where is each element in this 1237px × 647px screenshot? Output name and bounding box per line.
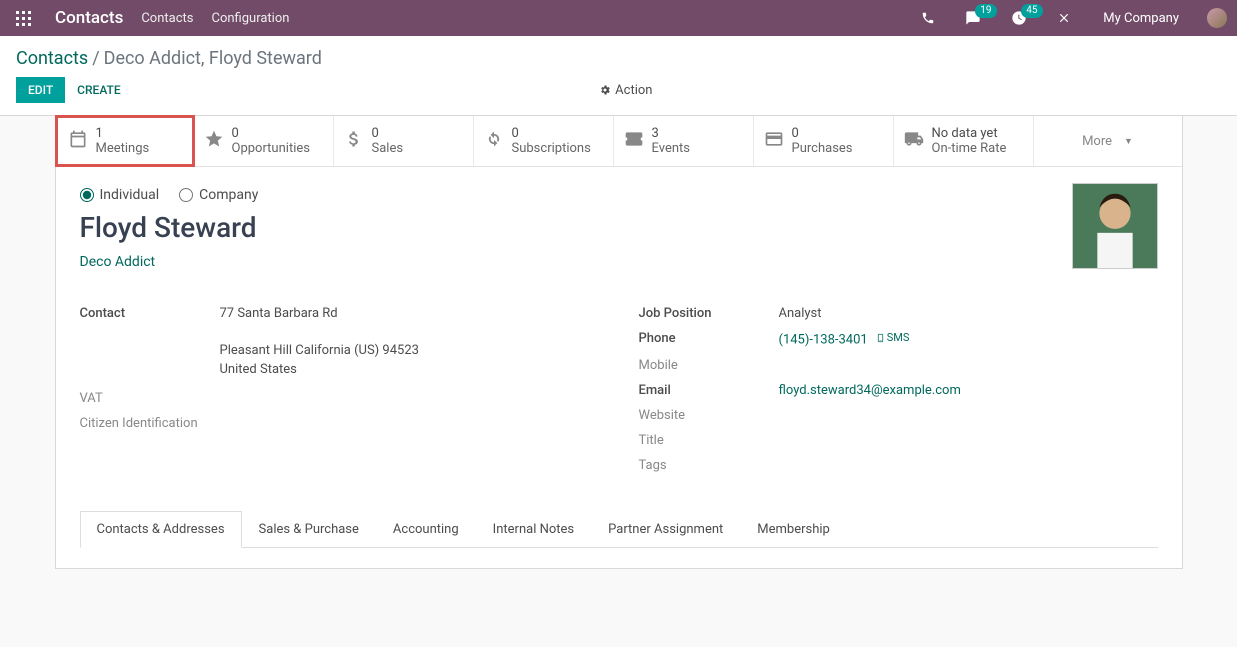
stat-meetings[interactable]: 1Meetings	[55, 115, 195, 167]
nav-configuration[interactable]: Configuration	[211, 11, 289, 26]
label-contact: Contact	[80, 306, 220, 381]
address-country: United States	[220, 362, 419, 377]
credit-card-icon	[764, 129, 784, 153]
stat-ontime[interactable]: No data yetOn-time Rate	[894, 116, 1034, 166]
label-vat: VAT	[80, 391, 220, 406]
edit-button[interactable]: EDIT	[16, 77, 65, 103]
action-label: Action	[615, 83, 652, 98]
label-citizen-id: Citizen Identification	[80, 416, 198, 431]
app-brand: Contacts	[55, 8, 123, 28]
stat-label: Opportunities	[232, 141, 310, 156]
dollar-icon	[344, 129, 364, 153]
contact-name: Floyd Steward	[80, 211, 1158, 244]
radio-individual[interactable]: Individual	[80, 187, 160, 203]
address-street: 77 Santa Barbara Rd	[220, 306, 419, 321]
truck-icon	[904, 129, 924, 153]
company-switcher[interactable]: My Company	[1103, 11, 1179, 26]
form-tabs: Contacts & Addresses Sales & Purchase Ac…	[80, 511, 1158, 548]
stat-more-label: More	[1082, 134, 1112, 149]
stat-count: No data yet	[932, 126, 1007, 141]
apps-icon[interactable]	[16, 11, 31, 26]
sms-link[interactable]: SMS	[876, 331, 910, 344]
address-city: Pleasant Hill California (US) 94523	[220, 343, 419, 358]
tab-sales-purchase[interactable]: Sales & Purchase	[242, 511, 376, 547]
top-nav: Contacts Contacts Configuration 19 45 My…	[0, 0, 1237, 36]
tab-accounting[interactable]: Accounting	[376, 511, 476, 547]
stat-label: Subscriptions	[512, 141, 591, 156]
label-tags: Tags	[639, 458, 779, 473]
tab-contacts-addresses[interactable]: Contacts & Addresses	[80, 511, 242, 548]
refresh-icon	[484, 129, 504, 153]
create-button[interactable]: CREATE	[77, 83, 120, 97]
star-icon	[204, 129, 224, 153]
calendar-icon	[68, 129, 88, 153]
avatar	[1072, 183, 1158, 269]
chevron-down-icon: ▼	[1124, 136, 1133, 147]
label-title: Title	[639, 433, 779, 448]
stat-opportunities[interactable]: 0Opportunities	[194, 116, 334, 166]
stat-sales[interactable]: 0Sales	[334, 116, 474, 166]
activity-badge: 45	[1021, 4, 1042, 18]
discuss-badge: 19	[975, 4, 996, 18]
action-dropdown[interactable]: Action	[599, 83, 652, 98]
label-phone: Phone	[639, 331, 779, 348]
gear-icon	[599, 84, 611, 96]
label-job: Job Position	[639, 306, 779, 321]
form-sheet: 1Meetings 0Opportunities 0Sales 0Subscri…	[55, 116, 1183, 569]
stat-purchases[interactable]: 0Purchases	[754, 116, 894, 166]
stat-count: 0	[372, 126, 404, 141]
stat-label: Sales	[372, 141, 404, 156]
stat-events[interactable]: 3Events	[614, 116, 754, 166]
ticket-icon	[624, 129, 644, 153]
stat-label: On-time Rate	[932, 141, 1007, 156]
stat-buttons: 1Meetings 0Opportunities 0Sales 0Subscri…	[56, 116, 1182, 167]
breadcrumb-root[interactable]: Contacts	[16, 48, 88, 69]
discuss-icon[interactable]: 19	[965, 10, 981, 26]
tab-membership[interactable]: Membership	[740, 511, 847, 547]
label-website: Website	[639, 408, 779, 423]
value-phone[interactable]: (145)-138-3401	[779, 333, 868, 348]
activity-icon[interactable]: 45	[1011, 10, 1027, 26]
phone-icon[interactable]	[921, 11, 935, 25]
stat-count: 0	[232, 126, 310, 141]
stat-count: 0	[512, 126, 591, 141]
stat-label: Purchases	[792, 141, 853, 156]
stat-subscriptions[interactable]: 0Subscriptions	[474, 116, 614, 166]
parent-company-link[interactable]: Deco Addict	[80, 254, 156, 270]
stat-count: 0	[792, 126, 853, 141]
tab-internal-notes[interactable]: Internal Notes	[476, 511, 591, 547]
stat-label: Events	[652, 141, 690, 156]
label-email: Email	[639, 383, 779, 398]
value-job: Analyst	[779, 306, 822, 321]
stat-more[interactable]: More ▼	[1034, 116, 1182, 166]
contact-type-radio: Individual Company	[80, 187, 1158, 203]
stat-count: 3	[652, 126, 690, 141]
nav-contacts[interactable]: Contacts	[141, 11, 193, 26]
control-panel: Contacts/Deco Addict, Floyd Steward EDIT…	[0, 36, 1237, 116]
user-avatar[interactable]	[1207, 8, 1227, 28]
label-mobile: Mobile	[639, 358, 779, 373]
stat-count: 1	[96, 126, 150, 141]
tab-partner-assignment[interactable]: Partner Assignment	[591, 511, 740, 547]
breadcrumb: Contacts/Deco Addict, Floyd Steward	[16, 48, 1221, 69]
fields-right: Job PositionAnalyst Phone(145)-138-3401 S…	[639, 306, 1158, 483]
breadcrumb-current: Deco Addict, Floyd Steward	[104, 48, 322, 69]
close-tray-icon[interactable]	[1057, 11, 1071, 25]
radio-company[interactable]: Company	[179, 187, 258, 203]
fields-left: Contact 77 Santa Barbara Rd Pleasant Hil…	[80, 306, 599, 483]
value-email[interactable]: floyd.steward34@example.com	[779, 383, 961, 398]
stat-label: Meetings	[96, 141, 150, 156]
